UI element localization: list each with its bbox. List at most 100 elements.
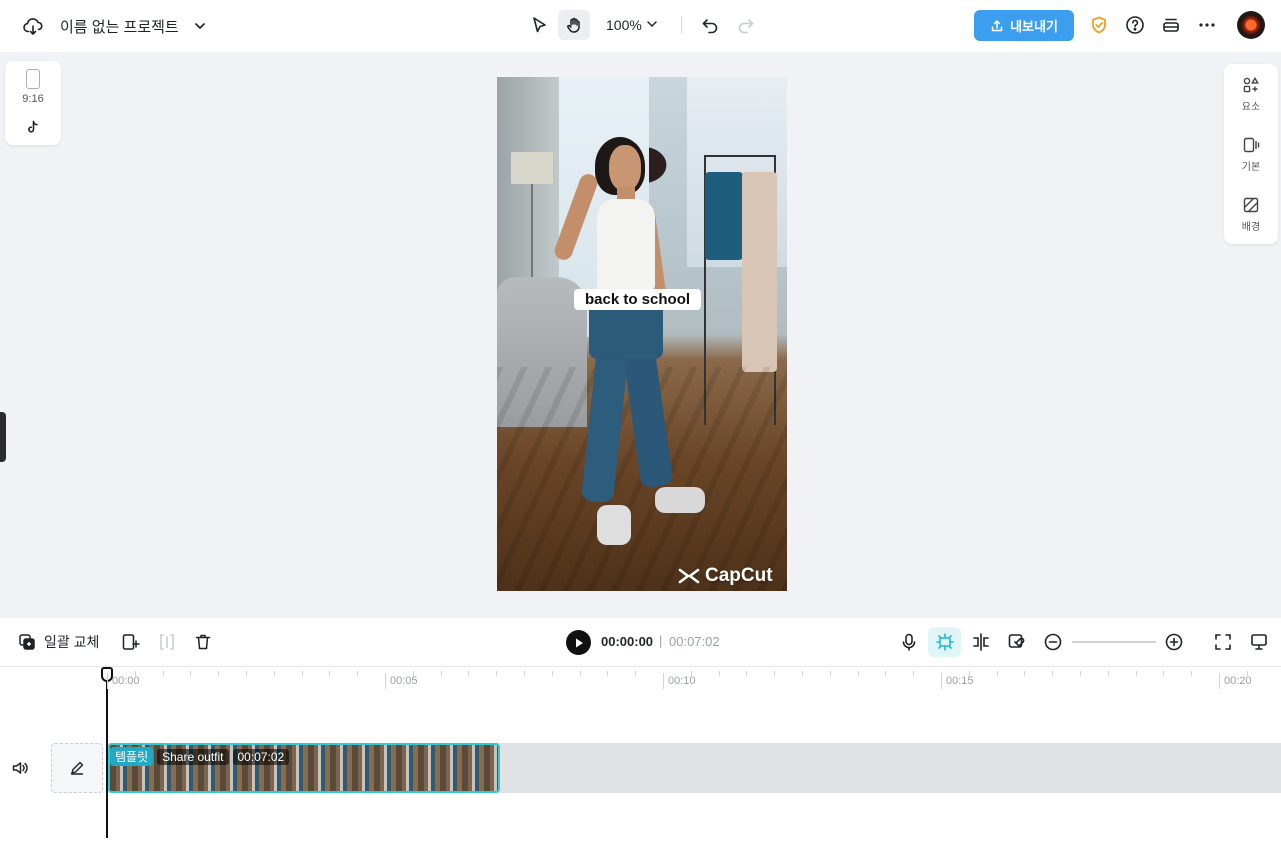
delete-icon[interactable] xyxy=(193,632,213,652)
ruler-tick xyxy=(1052,671,1053,676)
caption-text[interactable]: back to school xyxy=(574,289,702,310)
ruler-tick xyxy=(385,673,386,689)
ruler-tick xyxy=(1191,671,1192,676)
ruler-tick xyxy=(552,671,553,676)
select-tool-icon[interactable] xyxy=(523,10,555,40)
ruler-tick xyxy=(496,671,497,676)
shield-icon[interactable] xyxy=(1089,15,1109,35)
phone-ratio-icon xyxy=(26,69,40,89)
ruler-tick xyxy=(246,671,247,676)
fullscreen-icon[interactable] xyxy=(1213,632,1233,652)
play-button[interactable] xyxy=(566,630,591,655)
ruler-tick xyxy=(274,671,275,676)
ruler-tick xyxy=(1136,671,1137,676)
redo-icon[interactable] xyxy=(736,15,756,35)
toolbar-divider xyxy=(681,16,682,34)
microphone-icon[interactable] xyxy=(899,632,919,652)
ruler-tick xyxy=(830,671,831,676)
time-divider: | xyxy=(659,633,663,648)
tiktok-icon xyxy=(26,120,40,134)
replace-icon xyxy=(19,634,35,650)
export-button[interactable]: 내보내기 xyxy=(974,10,1074,41)
ruler-label: 00:00 xyxy=(112,675,140,687)
person-top xyxy=(597,199,655,291)
zoom-level[interactable]: 100% xyxy=(606,17,642,33)
chevron-down-icon[interactable] xyxy=(192,18,208,34)
scene-jacket xyxy=(705,172,743,260)
ruler-tick xyxy=(107,673,108,689)
ruler-tick xyxy=(858,671,859,676)
project-title[interactable]: 이름 없는 프로젝트 xyxy=(60,16,179,37)
ruler-tick xyxy=(969,671,970,676)
basic-icon xyxy=(1243,137,1260,153)
basic-button[interactable]: 기본 xyxy=(1224,136,1278,173)
layers-icon[interactable] xyxy=(1161,15,1181,35)
ruler-tick xyxy=(913,671,914,676)
hand-tool-icon[interactable] xyxy=(558,10,590,40)
elements-icon xyxy=(1243,76,1259,93)
ruler-tick xyxy=(802,671,803,676)
video-clip[interactable]: 템플릿 Share outfit 00:07:02 xyxy=(108,743,500,793)
link-toggle-icon[interactable] xyxy=(1007,632,1027,652)
ruler-tick xyxy=(607,671,608,676)
right-tool-panel: 요소 기본 배경 xyxy=(1224,64,1278,244)
display-icon[interactable] xyxy=(1249,632,1269,652)
split-at-playhead-icon[interactable] xyxy=(971,632,991,652)
timeline-zoom-slider[interactable] xyxy=(1072,641,1156,643)
aspect-ratio-panel[interactable]: 9:16 xyxy=(5,61,61,145)
clip-name: Share outfit xyxy=(157,748,229,765)
ruler-tick xyxy=(997,671,998,676)
person-face xyxy=(609,145,641,191)
scene-rack xyxy=(704,155,774,157)
track-volume-icon[interactable] xyxy=(11,759,29,777)
split-icon[interactable] xyxy=(157,632,177,652)
ruler-tick xyxy=(1219,673,1220,689)
elements-button[interactable]: 요소 xyxy=(1224,76,1278,113)
background-label: 배경 xyxy=(1241,222,1261,233)
basic-label: 기본 xyxy=(1241,162,1261,173)
zoom-in-icon[interactable] xyxy=(1164,632,1184,652)
scene-coat xyxy=(742,172,777,372)
undo-icon[interactable] xyxy=(700,15,720,35)
person-shoe xyxy=(597,505,631,545)
snap-icon xyxy=(935,633,954,651)
ruler-tick xyxy=(441,671,442,676)
template-badge: 템플릿 xyxy=(110,747,154,766)
clip-label: 템플릿 Share outfit 00:07:02 xyxy=(110,747,290,766)
add-clip-icon[interactable] xyxy=(121,632,141,652)
watermark-text: CapCut xyxy=(705,565,773,586)
timeline-toolbar: 일괄 교체 00:00:00 | 00:07:02 xyxy=(0,618,1281,667)
help-icon[interactable] xyxy=(1125,15,1145,35)
pencil-icon xyxy=(70,761,84,775)
ruler-tick xyxy=(468,671,469,676)
ruler-tick xyxy=(1024,671,1025,676)
ruler-tick xyxy=(524,671,525,676)
background-button[interactable]: 배경 xyxy=(1224,196,1278,233)
avatar[interactable] xyxy=(1237,11,1265,39)
replace-all-button[interactable]: 일괄 교체 xyxy=(18,632,99,652)
zoom-chevron-icon[interactable] xyxy=(645,17,659,31)
ruler-tick xyxy=(1108,671,1109,676)
ruler-tick xyxy=(190,671,191,676)
ruler-tick xyxy=(580,671,581,676)
ruler-tick xyxy=(163,671,164,676)
ruler-tick xyxy=(635,671,636,676)
top-bar: 이름 없는 프로젝트 100% 내보내기 xyxy=(0,0,1281,52)
zoom-out-icon[interactable] xyxy=(1043,632,1063,652)
left-panel-handle[interactable] xyxy=(0,412,6,462)
ruler-label: 00:10 xyxy=(668,675,696,687)
video-preview[interactable]: back to school CapCut xyxy=(497,77,787,591)
ruler-label: 00:20 xyxy=(1224,675,1252,687)
ruler-tick xyxy=(135,671,136,676)
ruler-tick xyxy=(357,671,358,676)
cloud-sync-icon[interactable] xyxy=(22,15,44,37)
cover-edit-button[interactable] xyxy=(51,743,103,793)
ruler-tick xyxy=(885,671,886,676)
ruler-tick xyxy=(719,671,720,676)
ruler-tick xyxy=(1247,671,1248,676)
magnet-snap-button[interactable] xyxy=(928,627,961,657)
upload-icon xyxy=(991,19,1003,31)
more-icon[interactable] xyxy=(1197,15,1217,35)
playhead-line[interactable] xyxy=(106,668,108,838)
ruler-tick xyxy=(663,673,664,689)
